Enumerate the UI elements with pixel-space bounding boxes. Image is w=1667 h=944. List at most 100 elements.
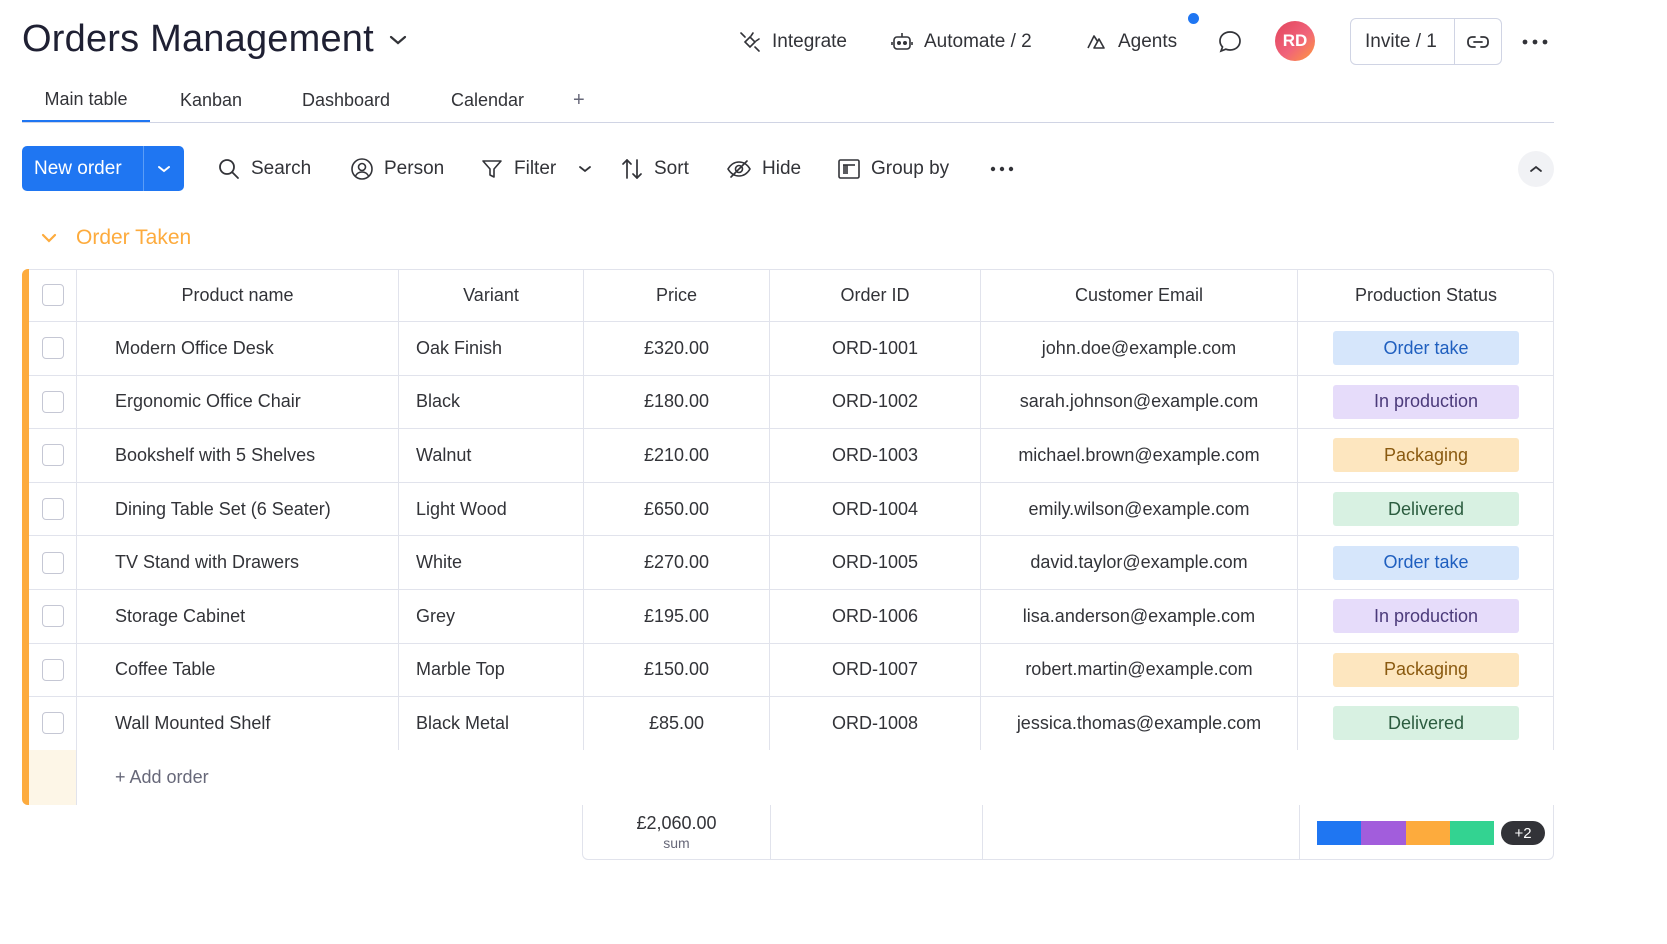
copy-link-button[interactable]	[1455, 19, 1501, 64]
table-row[interactable]: Dining Table Set (6 Seater) Light Wood £65…	[29, 482, 1554, 537]
variant-cell[interactable]: Black Metal	[399, 697, 584, 750]
select-all-checkbox[interactable]	[41, 284, 64, 306]
row-checkbox[interactable]	[41, 337, 64, 360]
add-order-input[interactable]: + Add order	[77, 750, 1554, 805]
integrate-button[interactable]: Integrate	[738, 18, 847, 66]
price-cell[interactable]: £150.00	[584, 643, 770, 697]
status-cell[interactable]: Packaging	[1298, 429, 1554, 482]
column-header[interactable]: Customer Email	[981, 269, 1298, 321]
email-cell[interactable]: jessica.thomas@example.com	[981, 697, 1298, 750]
variant-cell[interactable]: Marble Top	[399, 643, 584, 697]
email-cell[interactable]: robert.martin@example.com	[981, 643, 1298, 697]
email-cell[interactable]: sarah.johnson@example.com	[981, 375, 1298, 429]
column-header[interactable]: Variant	[399, 269, 584, 321]
price-cell[interactable]: £210.00	[584, 429, 770, 482]
order-id-cell[interactable]: ORD-1008	[770, 697, 981, 750]
order-id-cell[interactable]: ORD-1006	[770, 590, 981, 643]
product-cell[interactable]: Storage Cabinet	[77, 590, 399, 643]
email-cell[interactable]: david.taylor@example.com	[981, 536, 1298, 589]
new-order-button[interactable]: New order	[22, 146, 144, 191]
product-cell[interactable]: Bookshelf with 5 Shelves	[77, 429, 399, 482]
board-title[interactable]: Orders Management	[22, 18, 374, 61]
add-view-icon[interactable]: +	[573, 78, 585, 122]
status-badge[interactable]: Order take	[1333, 331, 1519, 366]
status-cell[interactable]: Packaging	[1298, 644, 1554, 697]
status-cell[interactable]: Order take	[1298, 536, 1554, 589]
column-header[interactable]: Production Status	[1298, 269, 1554, 321]
product-cell[interactable]: Coffee Table	[77, 643, 399, 697]
email-cell[interactable]: emily.wilson@example.com	[981, 482, 1298, 536]
status-badge[interactable]: Packaging	[1333, 438, 1519, 473]
table-row[interactable]: Ergonomic Office Chair Black £180.00 ORD-10…	[29, 375, 1554, 430]
price-cell[interactable]: £320.00	[584, 322, 770, 375]
variant-cell[interactable]: Walnut	[399, 429, 584, 482]
table-row[interactable]: Modern Office Desk Oak Finish £320.00 ORD-1…	[29, 322, 1554, 376]
sort-button[interactable]: Sort	[620, 146, 689, 191]
chevron-down-icon[interactable]	[578, 164, 592, 174]
tab-main-table[interactable]: Main table	[22, 78, 150, 122]
row-checkbox[interactable]	[41, 658, 64, 681]
table-row[interactable]: Wall Mounted Shelf Black Metal £85.00 ORD-1…	[29, 697, 1554, 751]
price-cell[interactable]: £180.00	[584, 375, 770, 429]
order-id-cell[interactable]: ORD-1002	[770, 375, 981, 429]
variant-cell[interactable]: Oak Finish	[399, 322, 584, 375]
product-cell[interactable]: Modern Office Desk	[77, 322, 399, 375]
status-distribution-bar[interactable]	[1317, 821, 1494, 845]
group-title[interactable]: Order Taken	[76, 226, 191, 250]
variant-cell[interactable]: Grey	[399, 590, 584, 643]
status-cell[interactable]: Order take	[1298, 322, 1554, 375]
status-badge[interactable]: Delivered	[1333, 706, 1519, 741]
chat-icon[interactable]	[1216, 28, 1244, 56]
table-row[interactable]: Storage Cabinet Grey £195.00 ORD-1006 lisa.a…	[29, 590, 1554, 644]
more-options-icon[interactable]	[1518, 26, 1552, 58]
more-statuses-badge[interactable]: +2	[1501, 821, 1545, 845]
status-cell[interactable]: Delivered	[1298, 697, 1554, 750]
order-id-cell[interactable]: ORD-1005	[770, 536, 981, 589]
toolbar-more-icon[interactable]	[990, 146, 1014, 191]
product-cell[interactable]: TV Stand with Drawers	[77, 536, 399, 589]
status-badge[interactable]: Packaging	[1333, 652, 1519, 687]
person-filter-button[interactable]: Person	[350, 146, 444, 191]
row-checkbox[interactable]	[41, 712, 64, 735]
status-cell[interactable]: In production	[1298, 376, 1554, 429]
product-cell[interactable]: Ergonomic Office Chair	[77, 375, 399, 429]
filter-button[interactable]: Filter	[480, 146, 592, 191]
order-id-cell[interactable]: ORD-1003	[770, 429, 981, 482]
table-row[interactable]: Coffee Table Marble Top £150.00 ORD-1007 rob…	[29, 643, 1554, 698]
order-id-cell[interactable]: ORD-1001	[770, 322, 981, 375]
price-cell[interactable]: £650.00	[584, 482, 770, 536]
variant-cell[interactable]: Light Wood	[399, 482, 584, 536]
row-checkbox[interactable]	[41, 444, 64, 467]
new-order-dropdown[interactable]	[144, 146, 184, 191]
status-cell[interactable]: In production	[1298, 590, 1554, 643]
status-badge[interactable]: Delivered	[1333, 492, 1519, 527]
status-badge[interactable]: In production	[1333, 599, 1519, 634]
tab-dashboard[interactable]: Dashboard	[302, 78, 390, 122]
chevron-down-icon[interactable]	[40, 232, 58, 244]
product-cell[interactable]: Dining Table Set (6 Seater)	[77, 482, 399, 536]
automate-button[interactable]: Automate / 2	[890, 18, 1032, 66]
tab-calendar[interactable]: Calendar	[451, 78, 524, 122]
column-header[interactable]: Product name	[77, 269, 399, 321]
collapse-header-button[interactable]	[1518, 151, 1554, 187]
status-cell[interactable]: Delivered	[1298, 483, 1554, 536]
avatar[interactable]: RD	[1275, 21, 1315, 61]
order-id-cell[interactable]: ORD-1007	[770, 643, 981, 697]
row-checkbox[interactable]	[41, 498, 64, 521]
price-cell[interactable]: £195.00	[584, 590, 770, 643]
column-header[interactable]: Price	[584, 269, 770, 321]
order-id-cell[interactable]: ORD-1004	[770, 482, 981, 536]
group-by-button[interactable]: Group by	[837, 146, 949, 191]
column-header[interactable]: Order ID	[770, 269, 981, 321]
table-row[interactable]: TV Stand with Drawers White £270.00 ORD-100…	[29, 536, 1554, 590]
email-cell[interactable]: lisa.anderson@example.com	[981, 590, 1298, 643]
price-cell[interactable]: £85.00	[584, 697, 770, 750]
email-cell[interactable]: john.doe@example.com	[981, 322, 1298, 375]
agents-button[interactable]: Agents	[1084, 18, 1177, 66]
row-checkbox[interactable]	[41, 551, 64, 574]
variant-cell[interactable]: White	[399, 536, 584, 589]
tab-kanban[interactable]: Kanban	[180, 78, 242, 122]
hide-button[interactable]: Hide	[726, 146, 801, 191]
invite-button[interactable]: Invite / 1	[1351, 19, 1455, 64]
table-row[interactable]: Bookshelf with 5 Shelves Walnut £210.00 ORD…	[29, 429, 1554, 483]
